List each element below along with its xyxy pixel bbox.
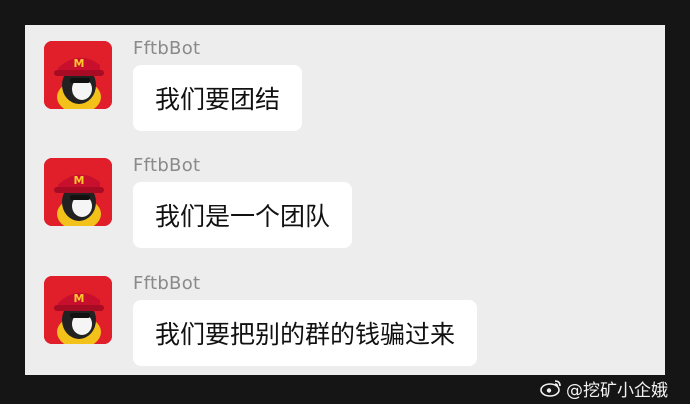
bot-avatar[interactable]: M <box>44 276 112 344</box>
penguin-mcdonalds-cap-icon: M <box>44 158 112 226</box>
weibo-icon <box>540 379 562 397</box>
message-row: M FftbBot 我们是一个团队 <box>25 142 665 252</box>
message-row: M FftbBot 我们要团结 <box>25 25 665 135</box>
chat-panel[interactable]: M FftbBot 我们要团结 M FftbBot 我们是一个团队 M Fftb… <box>25 25 665 375</box>
bot-avatar[interactable]: M <box>44 41 112 109</box>
svg-text:M: M <box>74 292 85 305</box>
sender-name: FftbBot <box>133 273 201 294</box>
watermark-text: @挖矿小企娥 <box>566 380 668 401</box>
penguin-mcdonalds-cap-icon: M <box>44 276 112 344</box>
sender-name: FftbBot <box>133 155 201 176</box>
message-bubble[interactable]: 我们是一个团队 <box>133 182 353 248</box>
sender-name: FftbBot <box>133 38 201 59</box>
svg-text:M: M <box>74 174 85 187</box>
message-row: M FftbBot 我们要把别的群的钱骗过来 <box>25 260 665 370</box>
bot-avatar[interactable]: M <box>44 158 112 226</box>
penguin-mcdonalds-cap-icon: M <box>44 41 112 109</box>
svg-text:M: M <box>74 57 85 70</box>
message-bubble[interactable]: 我们要团结 <box>133 65 303 131</box>
message-bubble[interactable]: 我们要把别的群的钱骗过来 <box>133 300 478 366</box>
watermark: @挖矿小企娥 <box>540 376 668 401</box>
screenshot-page: M FftbBot 我们要团结 M FftbBot 我们是一个团队 M Fftb… <box>0 0 690 404</box>
